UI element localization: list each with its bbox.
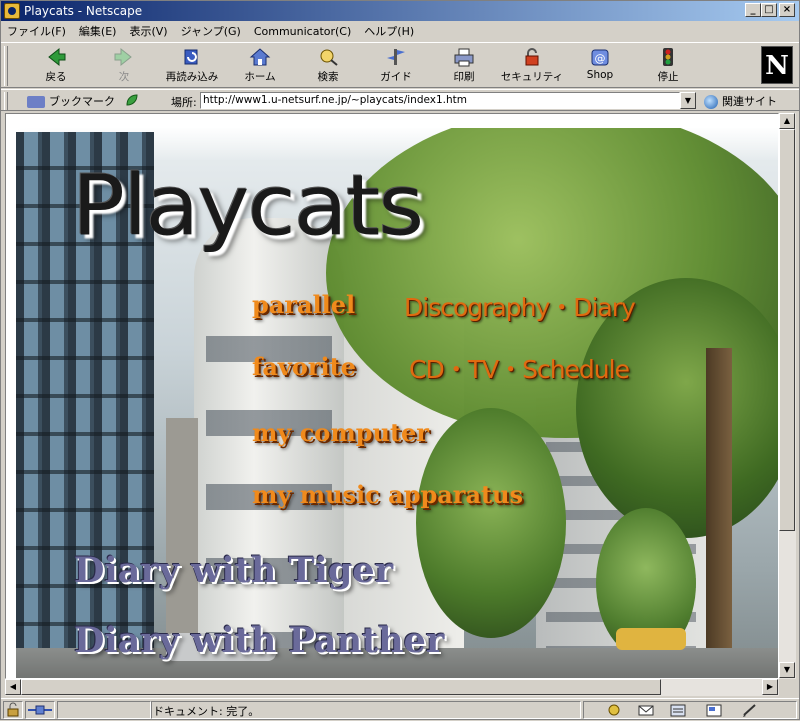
mail-icon[interactable] xyxy=(637,702,655,718)
taxi xyxy=(616,628,686,650)
menu-file[interactable]: ファイル(F) xyxy=(7,23,66,39)
scroll-down-button[interactable]: ▼ xyxy=(779,662,795,678)
navigator-icon[interactable] xyxy=(605,702,623,718)
link-diary-with-tiger[interactable]: Diary with Tiger xyxy=(74,550,393,591)
forward-button[interactable]: 次 xyxy=(91,47,157,87)
scroll-left-button[interactable]: ◀ xyxy=(5,679,21,695)
home-icon xyxy=(249,47,271,67)
status-bar: ドキュメント: 完了。 xyxy=(1,698,799,720)
browser-window: Playcats - Netscape _ □ × ファイル(F) 編集(E) … xyxy=(0,0,800,720)
menu-view[interactable]: 表示(V) xyxy=(129,23,167,39)
print-button[interactable]: 印刷 xyxy=(431,47,497,87)
guide-button[interactable]: ガイド xyxy=(363,47,429,87)
bookmarks-button[interactable]: ブックマーク xyxy=(27,93,115,109)
home-button[interactable]: ホーム xyxy=(227,47,293,87)
bookmark-icon xyxy=(27,96,45,108)
stop-button[interactable]: 停止 xyxy=(635,47,701,87)
minimize-button[interactable]: _ xyxy=(745,3,761,17)
shop-button[interactable]: @ Shop xyxy=(567,47,633,87)
title-bar[interactable]: Playcats - Netscape _ □ × xyxy=(1,1,799,21)
vertical-scroll-thumb[interactable] xyxy=(779,129,795,531)
close-button[interactable]: × xyxy=(779,3,795,17)
vertical-scrollbar[interactable]: ▲ ▼ xyxy=(779,113,796,679)
security-label: セキュリティ xyxy=(500,71,564,83)
location-toolbar: ブックマーク 場所: http://www1.u-netsurf.ne.jp/~… xyxy=(1,89,799,111)
location-grip[interactable] xyxy=(4,92,8,110)
scrollbar-corner xyxy=(779,679,796,696)
guide-label: ガイド xyxy=(380,71,412,83)
link-cd-tv-schedule[interactable]: CD・TV・Schedule xyxy=(409,350,630,386)
link-my-music-apparatus[interactable]: my music apparatus xyxy=(252,480,523,509)
netscape-app-icon[interactable] xyxy=(4,3,20,19)
site-title: Playcats xyxy=(72,156,424,255)
shop-label: Shop xyxy=(586,69,614,81)
link-diary-with-panther[interactable]: Diary with Panther xyxy=(74,620,444,661)
stop-icon xyxy=(657,47,679,67)
horizontal-scrollbar[interactable]: ◀ ▶ xyxy=(5,679,779,696)
menu-help[interactable]: ヘルプ(H) xyxy=(364,23,414,39)
forward-label: 次 xyxy=(118,71,130,83)
location-label: 場所: xyxy=(171,96,197,109)
edit-page-icon[interactable] xyxy=(741,702,759,718)
scroll-up-button[interactable]: ▲ xyxy=(779,113,795,129)
tree-trunk xyxy=(706,348,732,668)
back-button[interactable]: 戻る xyxy=(23,47,89,87)
unlocked-icon xyxy=(7,702,19,717)
window-title: Playcats - Netscape xyxy=(24,4,143,18)
related-sites-label: 関連サイト xyxy=(722,95,777,108)
tree-middle xyxy=(416,408,566,638)
reload-label: 再読み込み xyxy=(165,71,219,83)
toolbar-grip[interactable] xyxy=(4,46,8,86)
shop-icon: @ xyxy=(589,47,611,67)
forward-arrow-icon xyxy=(113,47,135,67)
menu-go[interactable]: ジャンプ(G) xyxy=(181,23,241,39)
white-tower-windows xyxy=(206,288,332,648)
print-label: 印刷 xyxy=(453,71,475,83)
search-label: 検索 xyxy=(317,71,339,83)
stop-label: 停止 xyxy=(657,71,679,83)
page-proxy-icon[interactable] xyxy=(125,93,139,107)
netscape-logo[interactable]: N xyxy=(761,46,793,84)
newsgroups-icon[interactable] xyxy=(669,702,687,718)
connection-status-cell[interactable] xyxy=(25,701,55,719)
svg-text:@: @ xyxy=(595,52,606,65)
back-label: 戻る xyxy=(45,71,67,83)
menu-bar: ファイル(F) 編集(E) 表示(V) ジャンプ(G) Communicator… xyxy=(1,21,799,41)
bookmarks-label: ブックマーク xyxy=(49,95,115,108)
scroll-right-button[interactable]: ▶ xyxy=(762,679,778,695)
guide-icon xyxy=(385,47,407,67)
search-icon xyxy=(317,47,339,67)
url-dropdown-button[interactable]: ▼ xyxy=(680,92,696,109)
reload-icon xyxy=(181,47,203,67)
composer-icon[interactable] xyxy=(705,702,723,718)
maximize-button[interactable]: □ xyxy=(761,3,777,17)
reload-button[interactable]: 再読み込み xyxy=(159,47,225,87)
link-parallel[interactable]: parallel xyxy=(252,290,355,319)
menu-edit[interactable]: 編集(E) xyxy=(79,23,117,39)
link-discography-diary[interactable]: Discography・Diary xyxy=(404,288,636,324)
search-button[interactable]: 検索 xyxy=(295,47,361,87)
horizontal-scroll-thumb[interactable] xyxy=(21,679,661,695)
home-label: ホーム xyxy=(244,71,276,83)
link-favorite[interactable]: favorite xyxy=(252,352,356,381)
progress-cell xyxy=(57,701,151,719)
print-icon xyxy=(453,47,475,67)
connection-plug-icon xyxy=(28,705,52,715)
navigation-toolbar: 戻る 次 再読み込み ホーム 検索 ガイド 印刷 セキュリティ @ Shop 停… xyxy=(1,42,799,88)
security-button[interactable]: セキュリティ xyxy=(499,47,565,87)
status-text: ドキュメント: 完了。 xyxy=(153,705,260,718)
menu-communicator[interactable]: Communicator(C) xyxy=(254,25,351,38)
page-content: Playcats parallel Discography・Diary favo… xyxy=(5,113,779,679)
lock-icon xyxy=(521,47,543,67)
security-status-cell[interactable] xyxy=(3,701,23,719)
link-my-computer[interactable]: my computer xyxy=(252,418,429,447)
back-arrow-icon xyxy=(45,47,67,67)
related-sites-button[interactable]: 関連サイト xyxy=(704,93,777,109)
url-input[interactable]: http://www1.u-netsurf.ne.jp/~playcats/in… xyxy=(200,92,680,109)
globe-icon xyxy=(704,95,718,109)
